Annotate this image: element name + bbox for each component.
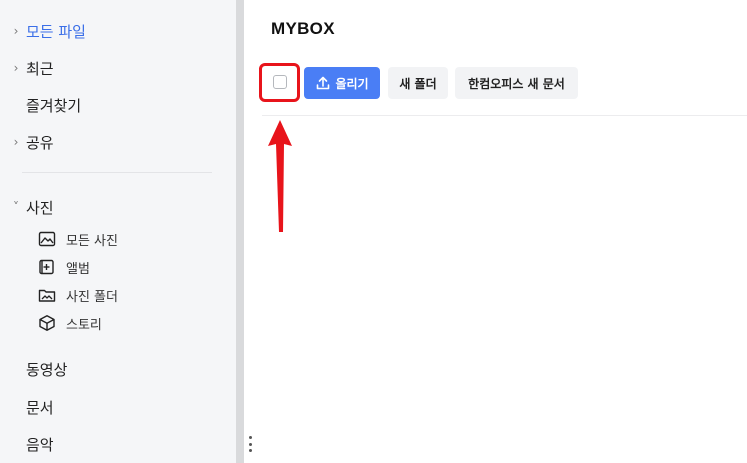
toolbar-divider — [262, 115, 747, 116]
sidebar-subitem-album[interactable]: 앨범 — [38, 256, 90, 278]
upload-icon — [317, 76, 330, 90]
photo-folder-icon — [38, 286, 56, 304]
sidebar-subitem-all-photos[interactable]: 모든 사진 — [38, 228, 118, 250]
cube-icon — [38, 314, 56, 332]
sidebar-item-label: 동영상 — [26, 360, 68, 379]
sidebar-item-all-files[interactable]: › 모든 파일 — [0, 18, 86, 44]
sidebar-subitem-photo-folder[interactable]: 사진 폴더 — [38, 284, 118, 306]
chevron-right-icon: › — [13, 24, 19, 38]
image-icon — [38, 230, 56, 248]
dot — [248, 436, 252, 439]
sidebar-subitem-label: 스토리 — [66, 317, 102, 333]
sidebar-divider — [22, 172, 212, 173]
hancom-new-document-label: 한컴오피스 새 문서 — [468, 76, 565, 91]
select-all-checkbox[interactable] — [273, 75, 287, 89]
sidebar-item-photos[interactable]: ˅ 사진 — [0, 194, 54, 220]
resize-handle[interactable] — [248, 436, 252, 452]
album-add-icon — [38, 258, 56, 276]
hancom-new-document-button[interactable]: 한컴오피스 새 문서 — [455, 67, 578, 99]
sidebar-subitem-story[interactable]: 스토리 — [38, 312, 102, 334]
new-folder-button-label: 새 폴더 — [399, 76, 437, 91]
sidebar-item-recent[interactable]: › 최근 — [0, 55, 54, 81]
sidebar-item-label: 공유 — [26, 133, 54, 152]
sidebar-item-label: 즐겨찾기 — [26, 96, 82, 115]
sidebar-subitem-label: 모든 사진 — [66, 233, 118, 249]
chevron-right-icon: › — [13, 61, 19, 75]
annotation-arrow-icon — [268, 120, 292, 232]
sidebar-item-videos[interactable]: 동영상 — [0, 356, 67, 382]
sidebar-item-label: 모든 파일 — [26, 22, 86, 41]
page-title: MYBOX — [271, 19, 335, 38]
dot — [248, 449, 252, 452]
sidebar-subitem-label: 사진 폴더 — [66, 289, 118, 305]
sidebar-item-favorites[interactable]: 즐겨찾기 — [0, 92, 81, 118]
new-folder-button[interactable]: 새 폴더 — [388, 67, 448, 99]
upload-button[interactable]: 올리기 — [304, 67, 380, 99]
sidebar-item-label: 문서 — [26, 398, 54, 417]
sidebar-scrollbar[interactable] — [236, 0, 244, 463]
upload-button-label: 올리기 — [335, 76, 369, 91]
chevron-down-icon: ˅ — [13, 200, 19, 214]
sidebar-item-label: 음악 — [26, 435, 54, 454]
dot — [248, 442, 252, 446]
sidebar-item-music[interactable]: 음악 — [0, 431, 54, 457]
sidebar-item-documents[interactable]: 문서 — [0, 394, 54, 420]
sidebar-item-label: 최근 — [26, 59, 54, 78]
sidebar-item-label: 사진 — [26, 198, 54, 217]
sidebar: › 모든 파일 › 최근 즐겨찾기 › 공유 ˅ 사진 모든 사진 앨범 사진 … — [0, 0, 236, 463]
sidebar-item-shared[interactable]: › 공유 — [0, 129, 54, 155]
sidebar-subitem-label: 앨범 — [66, 261, 90, 277]
chevron-right-icon: › — [13, 135, 19, 149]
